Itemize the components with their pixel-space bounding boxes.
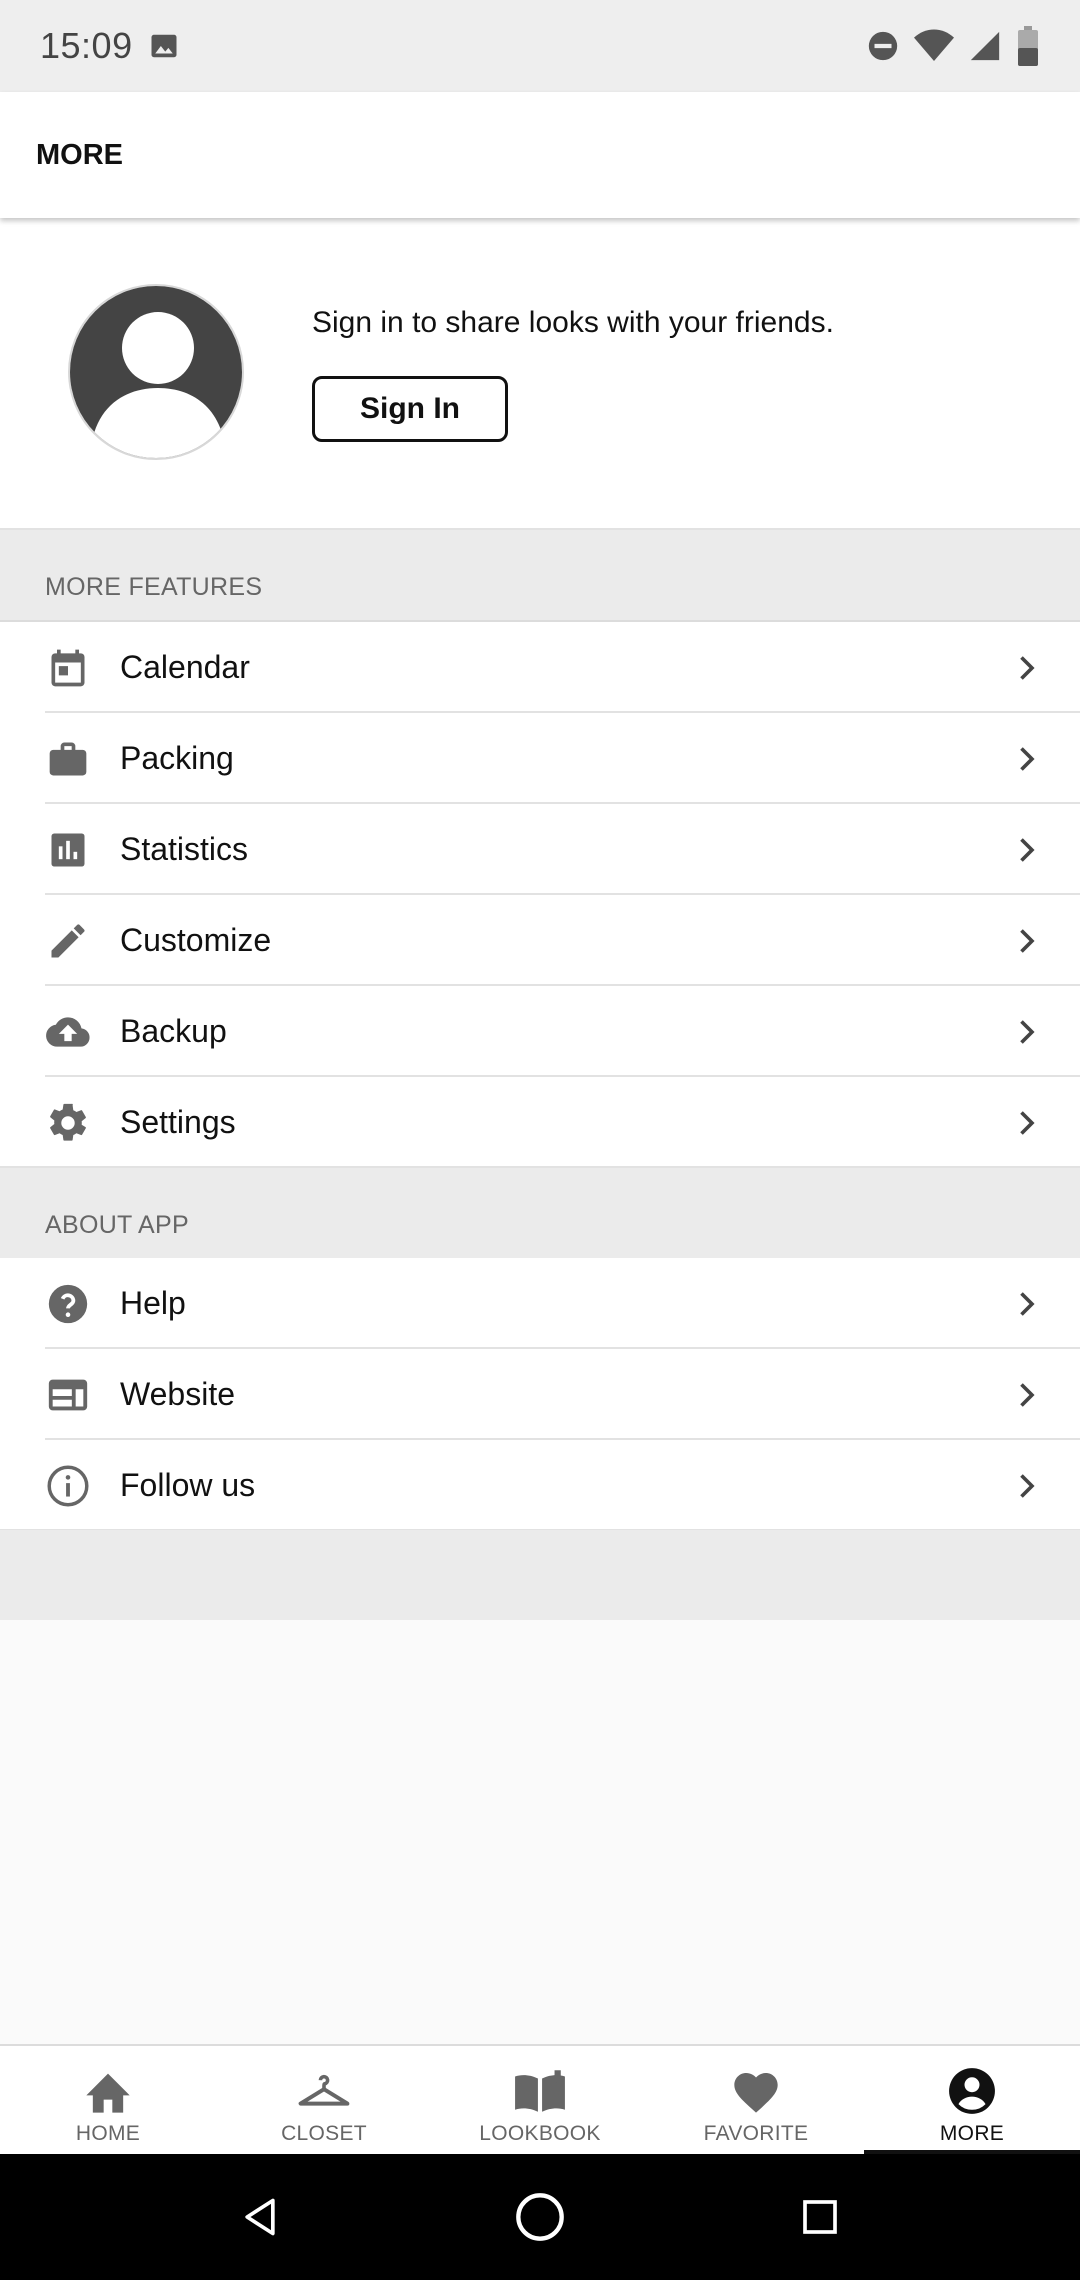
section-title: ABOUT APP — [45, 1211, 189, 1239]
battery-icon — [1018, 26, 1038, 66]
menu-item-help[interactable]: Help — [0, 1258, 1080, 1349]
chevron-right-icon — [1020, 1020, 1035, 1044]
status-icons — [866, 26, 1040, 66]
wifi-icon — [914, 29, 954, 61]
nav-label: FAVORITE — [703, 2122, 809, 2145]
home-icon — [81, 2066, 135, 2116]
chevron-right-icon — [1020, 1111, 1035, 1135]
section-header-more-features: MORE FEATURES — [0, 530, 1080, 622]
menu-item-customize[interactable]: Customize — [0, 895, 1080, 986]
info-icon — [44, 1462, 92, 1510]
section-header-about-app: ABOUT APP — [0, 1168, 1080, 1260]
menu-item-label: Website — [120, 1376, 236, 1412]
profile-card: Sign in to share looks with your friends… — [0, 218, 1080, 530]
nav-label: MORE — [939, 2122, 1005, 2145]
nav-label: LOOKBOOK — [479, 2122, 601, 2145]
nav-label: HOME — [75, 2122, 141, 2145]
help-icon — [44, 1280, 92, 1328]
chevron-right-icon — [1020, 656, 1035, 680]
gear-icon — [44, 1099, 92, 1147]
avatar[interactable] — [68, 284, 244, 460]
system-nav-bar — [0, 2154, 1080, 2280]
image-notification-icon — [151, 34, 177, 58]
bottom-nav: HOME CLOSET LOOKBOOK FAVORITE MORE — [0, 2044, 1080, 2154]
book-icon — [513, 2066, 567, 2116]
app-bar: MORE — [0, 92, 1080, 218]
sign-in-button[interactable]: Sign In — [312, 376, 508, 442]
account-icon — [945, 2066, 999, 2116]
nav-label: CLOSET — [281, 2122, 367, 2145]
status-time: 15:09 — [40, 25, 133, 66]
calendar-icon — [44, 644, 92, 692]
menu-item-label: Backup — [120, 1013, 227, 1049]
menu-item-label: Calendar — [120, 649, 250, 685]
chevron-right-icon — [1020, 929, 1035, 953]
section-title: MORE FEATURES — [45, 573, 263, 601]
menu-item-packing[interactable]: Packing — [0, 713, 1080, 804]
list-footer-spacer — [0, 1530, 1080, 1620]
menu-item-label: Customize — [120, 922, 272, 958]
menu-item-label: Packing — [120, 740, 234, 776]
menu-item-website[interactable]: Website — [0, 1349, 1080, 1440]
nav-favorite[interactable]: FAVORITE — [648, 2046, 864, 2154]
menu-item-backup[interactable]: Backup — [0, 986, 1080, 1077]
back-icon[interactable] — [230, 2187, 290, 2247]
web-icon — [44, 1371, 92, 1419]
avatar-placeholder-icon — [70, 286, 242, 458]
menu-item-label: Follow us — [120, 1467, 256, 1503]
more-features-list: Calendar Packing Statistics Customize Ba… — [0, 622, 1080, 1168]
home-button-icon[interactable] — [510, 2187, 570, 2247]
menu-item-label: Statistics — [120, 831, 249, 867]
nav-more[interactable]: MORE — [864, 2046, 1080, 2154]
recents-icon[interactable] — [790, 2187, 850, 2247]
cloud-upload-icon — [44, 1008, 92, 1056]
chevron-right-icon — [1020, 1474, 1035, 1498]
bar-chart-icon — [44, 826, 92, 874]
menu-item-calendar[interactable]: Calendar — [0, 622, 1080, 713]
menu-item-settings[interactable]: Settings — [0, 1077, 1080, 1168]
status-bar: 15:09 — [0, 0, 1080, 92]
signin-prompt: Sign in to share looks with your friends… — [312, 306, 834, 339]
menu-item-label: Settings — [120, 1104, 236, 1140]
do-not-disturb-icon — [868, 31, 898, 61]
chevron-right-icon — [1020, 747, 1035, 771]
heart-icon — [729, 2066, 783, 2116]
chevron-right-icon — [1020, 838, 1035, 862]
hanger-icon — [297, 2066, 351, 2116]
menu-item-follow-us[interactable]: Follow us — [0, 1440, 1080, 1531]
menu-item-statistics[interactable]: Statistics — [0, 804, 1080, 895]
nav-home[interactable]: HOME — [0, 2046, 216, 2154]
nav-closet[interactable]: CLOSET — [216, 2046, 432, 2154]
chevron-right-icon — [1020, 1383, 1035, 1407]
about-app-list: Help Website Follow us — [0, 1258, 1080, 1531]
briefcase-icon — [44, 735, 92, 783]
cell-signal-icon — [970, 31, 1000, 61]
page-title: MORE — [36, 138, 123, 171]
chevron-right-icon — [1020, 1292, 1035, 1316]
nav-lookbook[interactable]: LOOKBOOK — [432, 2046, 648, 2154]
menu-item-label: Help — [120, 1285, 186, 1321]
pencil-icon — [44, 917, 92, 965]
